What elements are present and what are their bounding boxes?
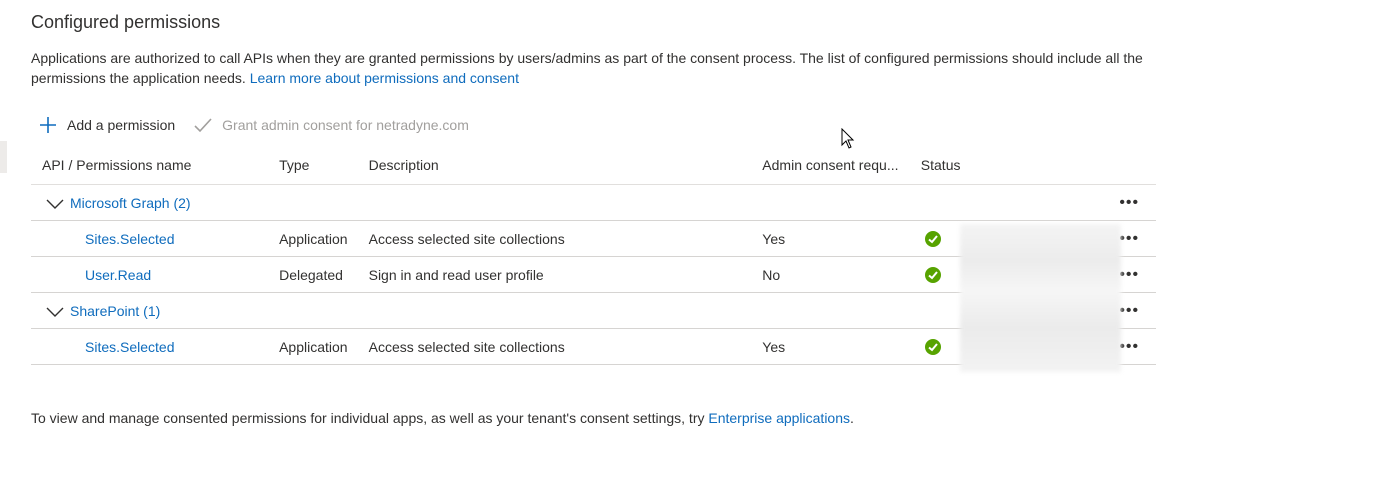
table-header-row: API / Permissions name Type Description … — [31, 146, 1156, 185]
footer-note: To view and manage consented permissions… — [31, 410, 854, 426]
permission-name-link[interactable]: Sites.Selected — [31, 220, 280, 257]
footer-text: To view and manage consented permissions… — [31, 410, 705, 426]
enterprise-applications-link[interactable]: Enterprise applications — [708, 410, 850, 426]
header-status[interactable]: Status — [920, 146, 1120, 185]
plus-icon — [40, 117, 56, 133]
more-options-icon[interactable]: ••• — [1119, 220, 1156, 257]
grant-admin-consent-label: Grant admin consent for netradyne.com — [222, 117, 469, 133]
footer-end: . — [850, 410, 854, 426]
more-options-icon[interactable]: ••• — [1119, 256, 1156, 293]
group-cell: Microsoft Graph (2) — [31, 184, 1120, 221]
permission-type: Application — [279, 220, 369, 257]
more-options-glyph: ••• — [1119, 194, 1140, 211]
grant-admin-consent-button[interactable]: Grant admin consent for netradyne.com — [193, 115, 469, 135]
description-text: Applications are authorized to call APIs… — [31, 50, 1143, 86]
add-permission-label: Add a permission — [67, 117, 176, 133]
group-cell: SharePoint (1) — [31, 292, 1120, 329]
chevron-down-icon[interactable] — [46, 306, 64, 318]
more-options-icon[interactable]: ••• — [1119, 328, 1156, 365]
header-actions — [1119, 146, 1156, 185]
header-admin-consent-required[interactable]: Admin consent requ... — [762, 146, 921, 185]
redacted-status-overlay — [960, 224, 1121, 372]
more-options-icon[interactable]: ••• — [1119, 292, 1156, 329]
header-type[interactable]: Type — [279, 146, 369, 185]
permission-description: Access selected site collections — [368, 328, 763, 365]
more-options-glyph: ••• — [1119, 230, 1140, 247]
more-options-glyph: ••• — [1119, 338, 1140, 355]
permission-name-link[interactable]: User.Read — [31, 256, 280, 293]
group-row-microsoft-graph[interactable]: Microsoft Graph (2) ••• — [31, 184, 1156, 221]
learn-more-link[interactable]: Learn more about permissions and consent — [250, 70, 519, 86]
admin-consent-value: Yes — [762, 220, 921, 257]
permission-name-link[interactable]: Sites.Selected — [31, 328, 280, 365]
group-label-sharepoint[interactable]: SharePoint (1) — [70, 303, 160, 319]
section-title: Configured permissions — [31, 12, 221, 32]
admin-consent-value: Yes — [762, 328, 921, 365]
chevron-down-icon[interactable] — [46, 198, 64, 210]
status-ok-icon — [924, 339, 941, 356]
permissions-toolbar: Add a permission Grant admin consent for… — [38, 112, 487, 138]
section-description: Applications are authorized to call APIs… — [31, 48, 1161, 88]
header-description[interactable]: Description — [368, 146, 763, 185]
checkmark-icon — [194, 118, 212, 133]
more-options-icon[interactable]: ••• — [1119, 184, 1156, 221]
group-label-microsoft-graph[interactable]: Microsoft Graph (2) — [70, 195, 191, 211]
permission-description: Sign in and read user profile — [368, 256, 763, 293]
admin-consent-value: No — [762, 256, 921, 293]
header-api-permissions-name[interactable]: API / Permissions name — [31, 146, 280, 185]
status-ok-icon — [924, 267, 941, 284]
more-options-glyph: ••• — [1119, 266, 1140, 283]
permission-description: Access selected site collections — [368, 220, 763, 257]
permission-type: Delegated — [279, 256, 369, 293]
more-options-glyph: ••• — [1119, 302, 1140, 319]
status-ok-icon — [924, 231, 941, 248]
permission-type: Application — [279, 328, 369, 365]
add-permission-button[interactable]: Add a permission — [38, 115, 175, 135]
left-edge-marker — [0, 141, 7, 173]
